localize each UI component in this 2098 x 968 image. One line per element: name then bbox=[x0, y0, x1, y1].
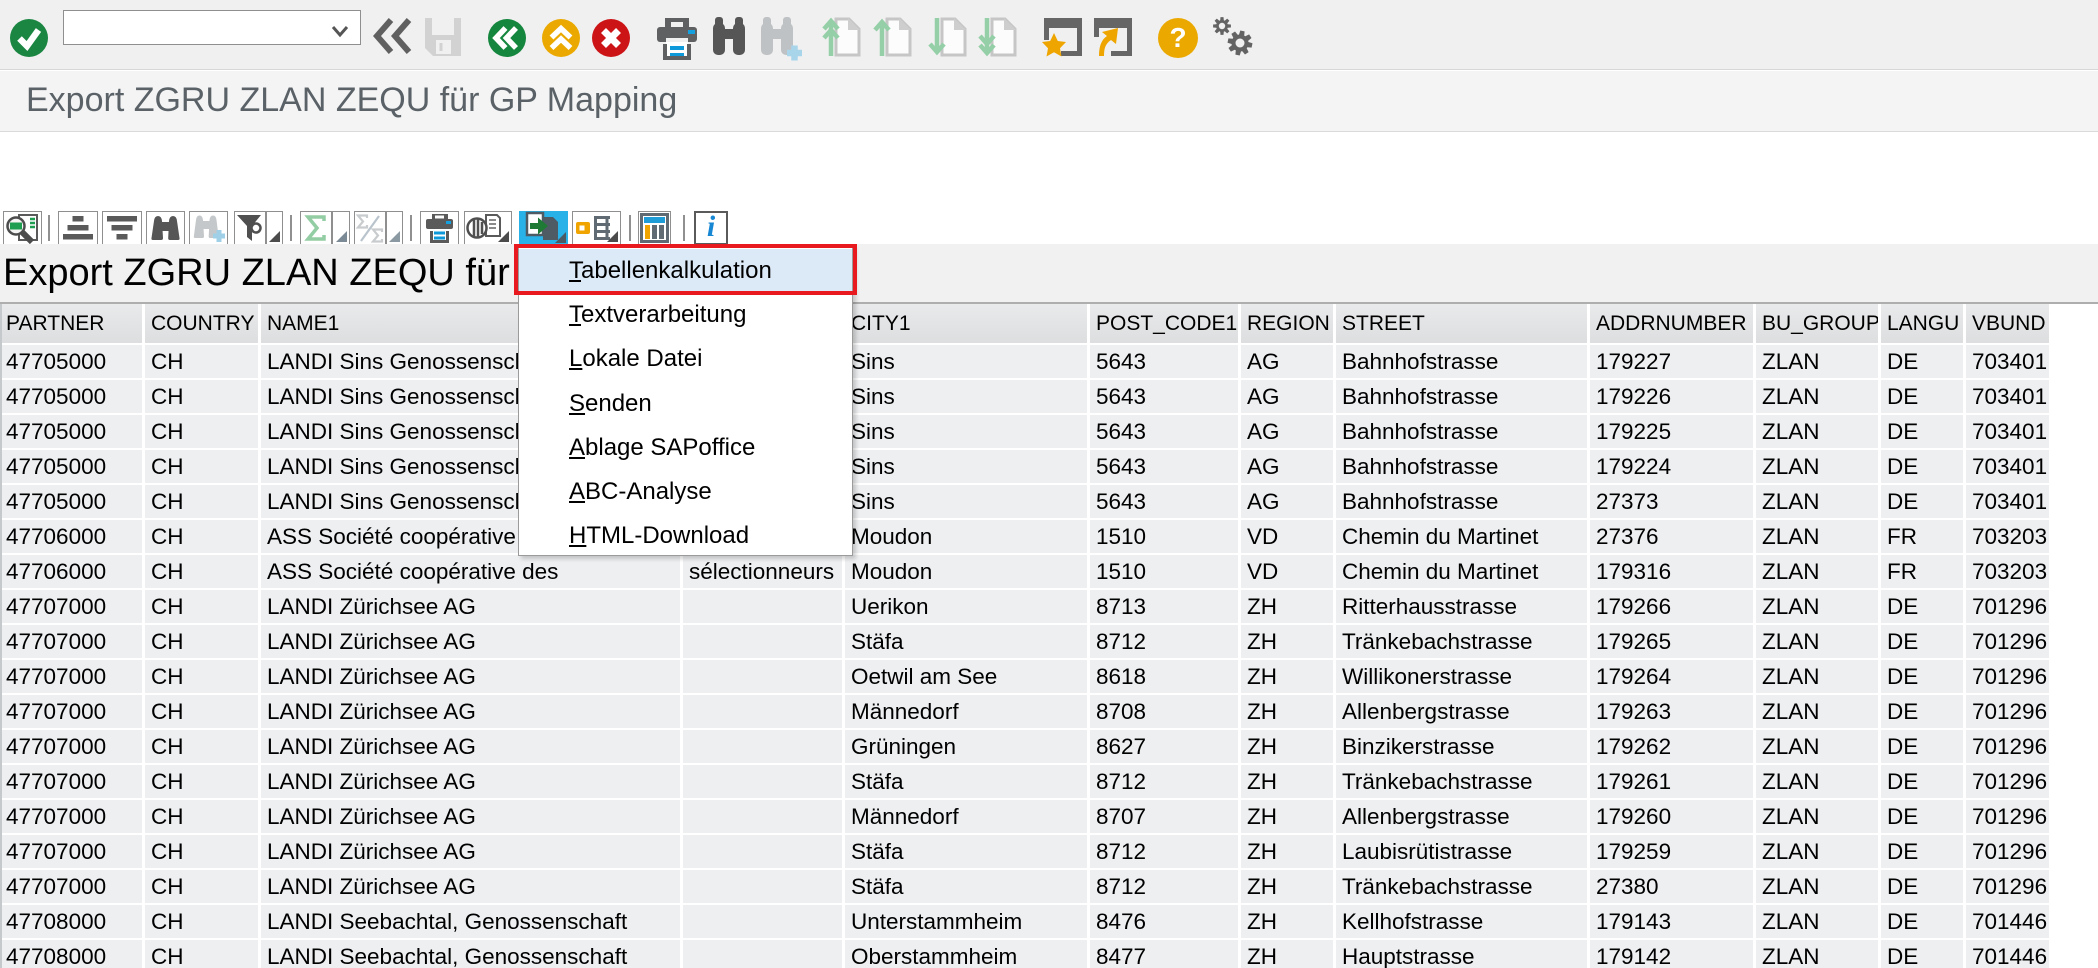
svg-text:?: ? bbox=[1169, 22, 1186, 53]
